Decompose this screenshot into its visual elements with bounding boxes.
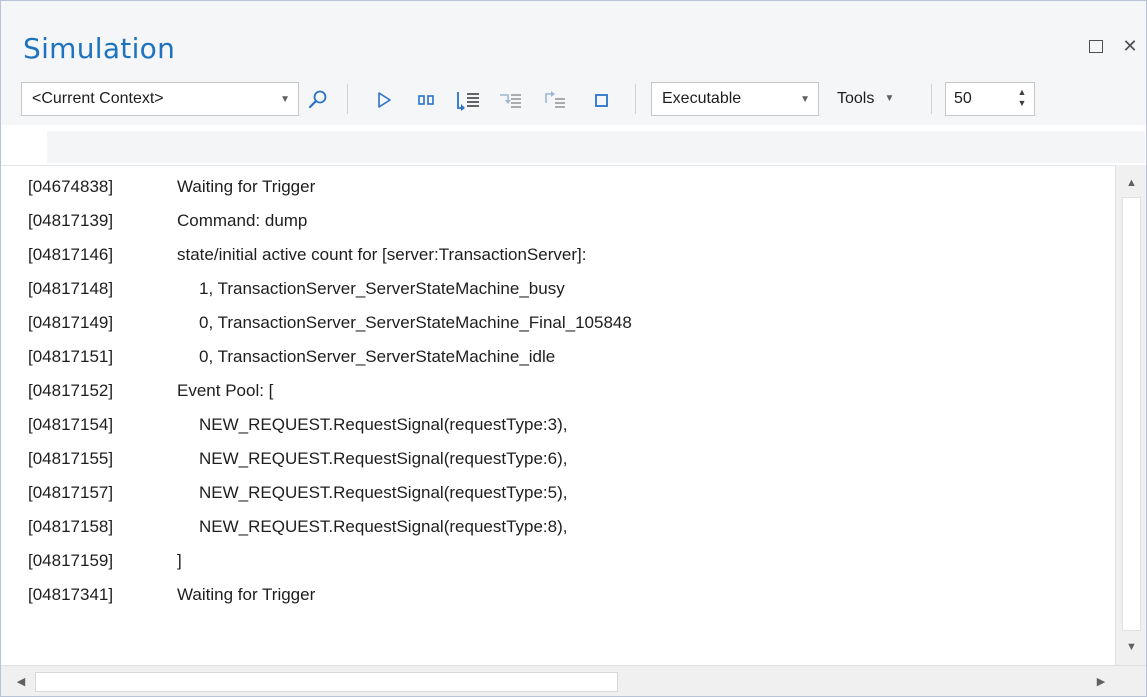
step-out-icon[interactable] (541, 89, 567, 111)
log-row: [04817155] NEW_REQUEST.RequestSignal(requ… (1, 442, 1115, 476)
toolbar: <Current Context> ▼ Executable ▼ Tools ▼… (1, 75, 1146, 125)
context-combo[interactable]: <Current Context> ▼ (21, 82, 299, 116)
log-timestamp: [04674838] (28, 177, 114, 196)
tools-menu-label: Tools (837, 90, 875, 107)
pause-icon[interactable] (415, 89, 437, 111)
stop-icon[interactable] (591, 89, 613, 111)
speed-spinner-value: 50 (954, 90, 972, 107)
log-row: [04817154] NEW_REQUEST.RequestSignal(requ… (1, 408, 1115, 442)
scroll-down-icon[interactable]: ▼ (1116, 633, 1146, 661)
log-row: [04817149] 0, TransactionServer_ServerSta… (1, 306, 1115, 340)
log-message: NEW_REQUEST.RequestSignal(requestType:3)… (199, 415, 568, 434)
log-timestamp: [04817152] (28, 381, 114, 400)
log-timestamp: [04817158] (28, 517, 114, 536)
log-message: Command: dump (177, 211, 308, 230)
log-timestamp: [04817155] (28, 449, 114, 468)
log-message: NEW_REQUEST.RequestSignal(requestType:6)… (199, 449, 568, 468)
log-timestamp: [04817157] (28, 483, 114, 502)
log-message: NEW_REQUEST.RequestSignal(requestType:5)… (199, 483, 568, 502)
log-row: [04817139] Command: dump (1, 204, 1115, 238)
log-message: Event Pool: [ (177, 381, 274, 400)
title-bar: Simulation ✕ (1, 1, 1146, 75)
mode-combo[interactable]: Executable ▼ (651, 82, 819, 116)
restore-icon[interactable] (1085, 35, 1107, 57)
log-message: Waiting for Trigger (177, 177, 316, 196)
vertical-scrollbar[interactable]: ▲ ▼ (1115, 165, 1146, 665)
toolbar-separator (347, 84, 348, 114)
log-timestamp: [04817149] (28, 313, 114, 332)
log-row: [04817148] 1, TransactionServer_ServerSta… (1, 272, 1115, 306)
horizontal-scroll-thumb[interactable] (35, 672, 618, 692)
spinner-up-icon[interactable]: ▲ (1016, 87, 1028, 98)
log-message: 0, TransactionServer_ServerStateMachine_… (199, 347, 556, 366)
chevron-down-icon: ▼ (800, 94, 810, 105)
tools-menu[interactable]: Tools ▼ (837, 82, 894, 116)
log-message: 0, TransactionServer_ServerStateMachine_… (199, 313, 632, 332)
filter-bar[interactable] (47, 131, 1145, 163)
log-timestamp: [04817139] (28, 211, 114, 230)
log-message: state/initial active count for [server:T… (177, 245, 587, 264)
scroll-left-icon[interactable]: ◀ (7, 666, 35, 696)
scroll-right-icon[interactable]: ▶ (1087, 666, 1115, 696)
close-icon[interactable]: ✕ (1119, 35, 1141, 57)
log-timestamp: [04817154] (28, 415, 114, 434)
log-timestamp: [04817151] (28, 347, 114, 366)
log-row: [04817159]] (1, 544, 1115, 578)
log-timestamp: [04817148] (28, 279, 114, 298)
log-row: [04817158] NEW_REQUEST.RequestSignal(requ… (1, 510, 1115, 544)
chevron-down-icon: ▼ (280, 94, 290, 105)
vertical-scroll-thumb[interactable] (1122, 197, 1141, 631)
log-row: [04817146] state/initial active count for… (1, 238, 1115, 272)
log-timestamp: [04817341] (28, 585, 114, 604)
context-combo-value: <Current Context> (32, 90, 164, 107)
log-message: ] (177, 551, 182, 570)
spinner-arrows[interactable]: ▲ ▼ (1016, 87, 1028, 111)
run-icon[interactable] (373, 89, 395, 111)
chevron-down-icon: ▼ (884, 93, 895, 104)
step-over-icon[interactable] (497, 89, 523, 111)
speed-spinner[interactable]: 50 ▲ ▼ (945, 82, 1035, 116)
log-timestamp: [04817146] (28, 245, 114, 264)
step-into-icon[interactable] (455, 89, 481, 111)
log-row: [04817151] 0, TransactionServer_ServerSta… (1, 340, 1115, 374)
search-icon[interactable] (307, 89, 329, 111)
window-title: Simulation (23, 32, 176, 65)
scroll-up-icon[interactable]: ▲ (1116, 169, 1146, 197)
log-row: [04817152] Event Pool: [ (1, 374, 1115, 408)
log-message: NEW_REQUEST.RequestSignal(requestType:8)… (199, 517, 568, 536)
simulation-window: Simulation ✕ <Current Context> ▼ Executa… (0, 0, 1147, 697)
log-timestamp: [04817159] (28, 551, 114, 570)
horizontal-scrollbar[interactable]: ◀ ▶ (1, 665, 1146, 696)
log-message: 1, TransactionServer_ServerStateMachine_… (199, 279, 565, 298)
log-row: [04817157] NEW_REQUEST.RequestSignal(requ… (1, 476, 1115, 510)
simulation-output-log[interactable]: [04674838] Waiting for Trigger [04817139] C… (1, 165, 1115, 665)
log-row: [04674838] Waiting for Trigger (1, 170, 1115, 204)
log-row: [04817341] Waiting for Trigger (1, 578, 1115, 612)
filter-strip (1, 125, 1146, 165)
log-message: Waiting for Trigger (177, 585, 316, 604)
spinner-down-icon[interactable]: ▼ (1016, 98, 1028, 109)
toolbar-separator (635, 84, 636, 114)
toolbar-separator (931, 84, 932, 114)
mode-combo-value: Executable (662, 90, 742, 107)
